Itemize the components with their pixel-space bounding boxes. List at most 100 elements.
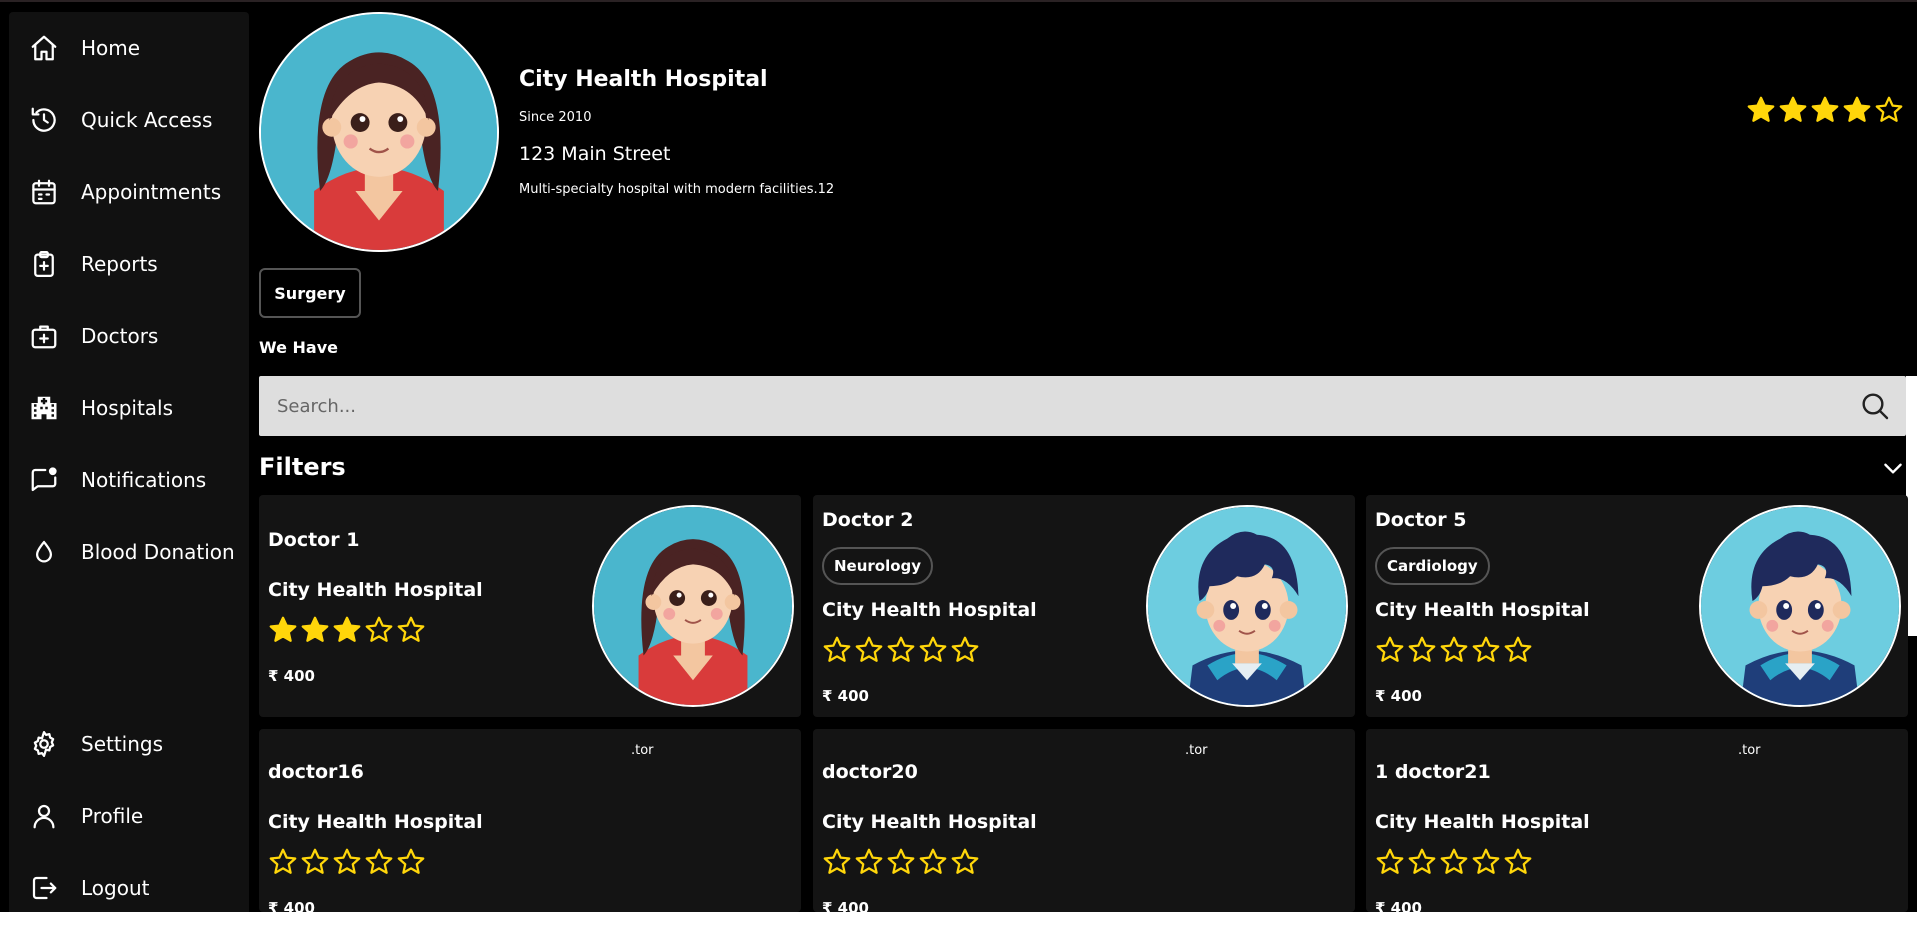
user-icon (33, 804, 55, 829)
sidebar-item-label: Reports (81, 252, 158, 276)
doctor-name: doctor16 (268, 761, 364, 783)
star-filled-icon (1810, 95, 1840, 125)
sidebar-item-reports[interactable]: Reports (29, 244, 158, 284)
star-outline-icon (364, 847, 394, 877)
sidebar-item-doctors[interactable]: Doctors (29, 316, 158, 356)
star-outline-icon (886, 635, 916, 665)
search-bar (259, 376, 1906, 436)
search-input[interactable] (277, 376, 1777, 436)
home-icon (31, 35, 57, 61)
star-outline-icon (950, 635, 980, 665)
specialty-chip: Cardiology (1375, 547, 1490, 585)
star-outline-icon (1503, 635, 1533, 665)
doctor-rating (1375, 635, 1533, 665)
medical-bag-icon (31, 325, 57, 349)
star-outline-icon (822, 847, 852, 877)
sidebar-item-home[interactable]: Home (29, 28, 140, 68)
star-filled-icon (332, 615, 362, 645)
star-outline-icon (396, 615, 426, 645)
doctor-hospital: City Health Hospital (822, 599, 1037, 621)
star-outline-icon (1439, 635, 1469, 665)
star-outline-icon (822, 635, 852, 665)
doctor-hospital: City Health Hospital (1375, 599, 1590, 621)
sidebar-item-label: Logout (81, 876, 150, 900)
sidebar-item-label: Blood Donation (81, 540, 235, 564)
star-outline-icon (1407, 847, 1437, 877)
gear-icon (33, 731, 55, 757)
star-filled-icon (1842, 95, 1872, 125)
doctor-avatar (592, 505, 794, 707)
sidebar-item-label: Doctors (81, 324, 159, 348)
star-outline-icon (918, 635, 948, 665)
star-outline-icon (854, 847, 884, 877)
doctor-hospital: City Health Hospital (1375, 811, 1590, 833)
sidebar-item-settings[interactable]: Settings (29, 724, 163, 764)
sidebar-item-label: Settings (81, 732, 164, 756)
section-label-we-have: We Have (259, 338, 338, 357)
doctor-rating (822, 635, 980, 665)
hospital-since: Since 2010 (519, 110, 592, 125)
doctor-rating (1375, 847, 1533, 877)
doctor-name: Doctor 2 (822, 509, 914, 531)
star-outline-icon (1874, 95, 1904, 125)
doctor-rating (268, 615, 426, 645)
calendar-icon (32, 179, 56, 205)
star-filled-icon (1778, 95, 1808, 125)
sidebar: Home Quick Access Appointments Reports D… (9, 12, 249, 912)
sidebar-item-profile[interactable]: Profile (29, 796, 143, 836)
hospital-address: 123 Main Street (519, 143, 671, 165)
sidebar-item-quick-access[interactable]: Quick Access (29, 100, 212, 140)
filters-title[interactable]: Filters (259, 453, 346, 481)
clipboard-icon (34, 251, 54, 277)
doctor-rating (822, 847, 980, 877)
sidebar-item-logout[interactable]: Logout (29, 868, 149, 908)
doctor-card-1[interactable]: Doctor 1 City Health Hospital ₹ 400 (259, 495, 801, 717)
sidebar-item-label: Hospitals (81, 396, 174, 420)
doctor-name: Doctor 5 (1375, 509, 1467, 531)
hospital-description: Multi-specialty hospital with modern fac… (519, 182, 835, 197)
star-filled-icon (1746, 95, 1776, 125)
broken-image-alt: .tor (1738, 743, 1761, 758)
doctor-price: ₹ 400 (268, 899, 315, 912)
doctor-name: Doctor 1 (268, 529, 360, 551)
specialty-chip-surgery[interactable]: Surgery (259, 268, 361, 318)
star-outline-icon (950, 847, 980, 877)
doctor-card-3[interactable]: Doctor 5 Cardiology City Health Hospital… (1366, 495, 1908, 717)
star-outline-icon (1439, 847, 1469, 877)
doctor-card-4[interactable]: .tor doctor16 City Health Hospital ₹ 400 (259, 729, 801, 912)
star-outline-icon (886, 847, 916, 877)
doctor-rating (268, 847, 426, 877)
star-filled-icon (268, 615, 298, 645)
doctor-card-2[interactable]: Doctor 2 Neurology City Health Hospital … (813, 495, 1355, 717)
doctor-card-6[interactable]: .tor 1 doctor21 City Health Hospital ₹ 4… (1366, 729, 1908, 912)
doctor-price: ₹ 400 (822, 687, 869, 705)
doctor-hospital: City Health Hospital (822, 811, 1037, 833)
star-outline-icon (1471, 635, 1501, 665)
sidebar-item-label: Notifications (81, 468, 207, 492)
star-outline-icon (332, 847, 362, 877)
star-outline-icon (300, 847, 330, 877)
star-outline-icon (918, 847, 948, 877)
sidebar-item-blood-donation[interactable]: Blood Donation (29, 532, 235, 572)
sidebar-item-notifications[interactable]: Notifications (29, 460, 206, 500)
sidebar-item-label: Profile (81, 804, 144, 828)
doctor-avatar (1699, 505, 1901, 707)
hospital-rating (1746, 95, 1904, 125)
chevron-down-icon[interactable] (1880, 455, 1906, 481)
star-outline-icon (1407, 635, 1437, 665)
doctor-card-5[interactable]: .tor doctor20 City Health Hospital ₹ 400 (813, 729, 1355, 912)
star-filled-icon (300, 615, 330, 645)
search-icon[interactable] (1859, 390, 1891, 422)
star-outline-icon (1375, 847, 1405, 877)
hospital-avatar (259, 12, 499, 252)
window-bottom-edge (0, 912, 1917, 926)
broken-image-alt: .tor (1185, 743, 1208, 758)
doctor-price: ₹ 400 (1375, 687, 1422, 705)
window-top-border (0, 0, 1917, 2)
doctor-price: ₹ 400 (268, 667, 315, 685)
star-outline-icon (1471, 847, 1501, 877)
sidebar-item-appointments[interactable]: Appointments (29, 172, 221, 212)
sidebar-item-hospitals[interactable]: Hospitals (29, 388, 173, 428)
doctor-hospital: City Health Hospital (268, 811, 483, 833)
drop-icon (36, 540, 52, 563)
